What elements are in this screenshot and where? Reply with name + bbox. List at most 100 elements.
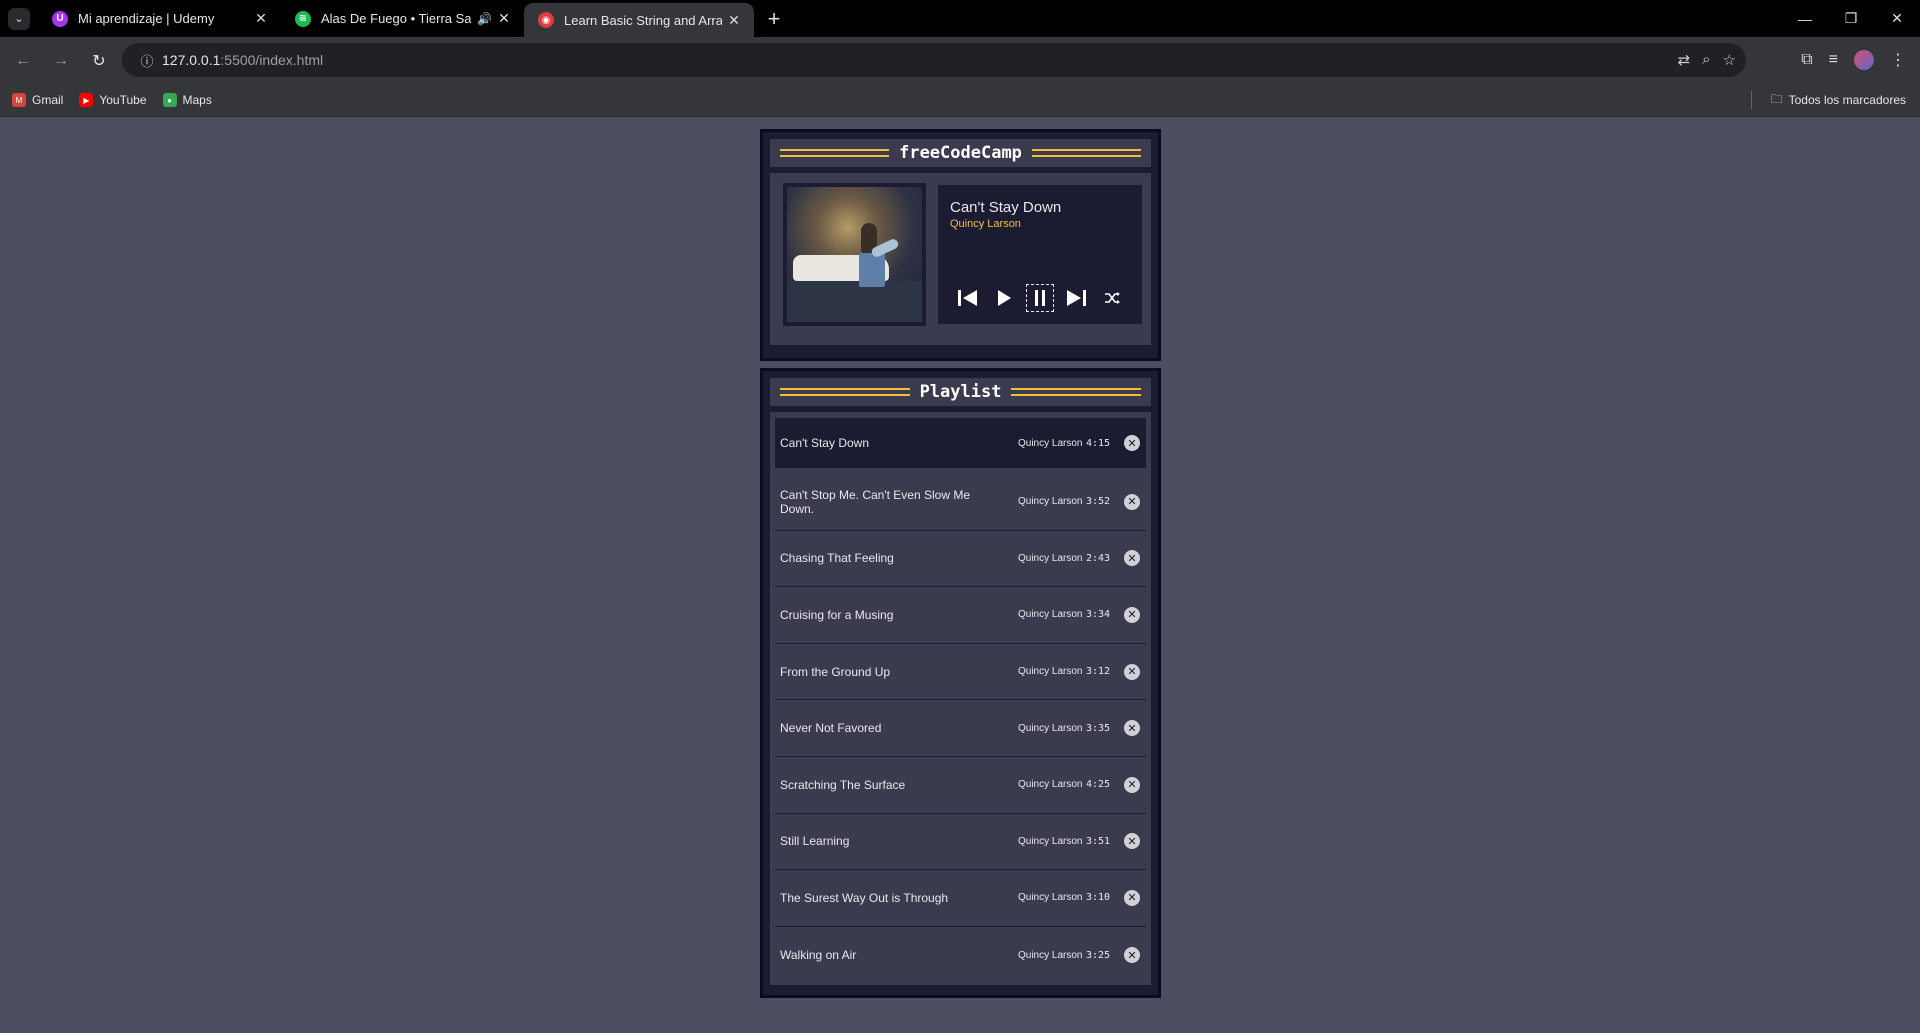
song-row-title[interactable]: From the Ground Up — [780, 665, 1018, 679]
tab-close-icon[interactable]: ✕ — [249, 10, 273, 27]
song-row-duration: 3:51 — [1086, 835, 1111, 847]
song-row-artist: Quincy Larson — [1018, 496, 1083, 508]
delete-song-icon[interactable]: ✕ — [1124, 720, 1140, 737]
next-icon[interactable] — [1064, 286, 1088, 310]
bookmarks-divider — [1751, 91, 1752, 109]
song-row-title[interactable]: Scratching The Surface — [780, 778, 1018, 792]
url-text[interactable]: 127.0.0.1:5500/index.html — [162, 52, 323, 68]
song-row-title[interactable]: The Surest Way Out is Through — [780, 891, 1018, 905]
delete-song-icon[interactable]: ✕ — [1124, 947, 1140, 964]
song-row-artist: Quincy Larson — [1018, 609, 1083, 621]
playlist-title: Playlist — [919, 382, 1002, 402]
song-info-panel: Can't Stay Down Quincy Larson — [938, 185, 1142, 324]
delete-song-icon[interactable]: ✕ — [1124, 663, 1140, 680]
album-art — [787, 187, 922, 322]
song-row[interactable]: Cruising for a Musing Quincy Larson 3:34… — [775, 587, 1146, 644]
delete-song-icon[interactable]: ✕ — [1124, 833, 1140, 850]
browser-toolbar: ← → ↻ ⓘ 127.0.0.1:5500/index.html ⇄ ⌕ ☆ … — [0, 37, 1920, 84]
tab-search-button[interactable]: ⌄ — [8, 7, 30, 30]
media-controls-icon[interactable]: ≡ — [1829, 51, 1838, 69]
song-row-duration: 4:25 — [1086, 779, 1111, 791]
close-window-icon[interactable]: ✕ — [1874, 0, 1920, 37]
delete-song-icon[interactable]: ✕ — [1124, 776, 1140, 793]
previous-icon[interactable] — [956, 286, 980, 310]
youtube-icon: ▶ — [79, 93, 94, 107]
song-row[interactable]: Can't Stop Me. Can't Even Slow Me Down. … — [775, 474, 1146, 531]
translate-icon[interactable]: ⇄ — [1678, 51, 1691, 69]
menu-kebab-icon[interactable]: ⋮ — [1890, 50, 1906, 70]
header-lines-left — [780, 388, 910, 396]
delete-song-icon[interactable]: ✕ — [1124, 606, 1140, 623]
song-row[interactable]: From the Ground Up Quincy Larson 3:12 ✕ — [775, 644, 1146, 701]
bookmark-star-icon[interactable]: ☆ — [1723, 51, 1736, 69]
maps-icon: ● — [162, 93, 177, 107]
album-art-road — [787, 281, 922, 322]
song-row-artist: Quincy Larson — [1018, 722, 1083, 734]
song-row-title[interactable]: Cruising for a Musing — [780, 608, 1018, 622]
bookmark-youtube[interactable]: ▶ YouTube — [79, 93, 147, 107]
song-row-title[interactable]: Walking on Air — [780, 948, 1018, 962]
song-row-title[interactable]: Chasing That Feeling — [780, 551, 1018, 565]
shuffle-icon[interactable] — [1100, 286, 1124, 310]
tab-udemy[interactable]: U Mi aprendizaje | Udemy ✕ — [38, 0, 281, 37]
song-list: Can't Stay Down Quincy Larson 4:15 ✕ Can… — [775, 418, 1146, 983]
play-icon[interactable] — [992, 286, 1016, 310]
song-row[interactable]: Chasing That Feeling Quincy Larson 2:43 … — [775, 531, 1146, 588]
zoom-icon[interactable]: ⌕ — [1702, 51, 1710, 69]
bookmark-gmail[interactable]: M Gmail — [12, 93, 63, 107]
restore-icon[interactable]: ❐ — [1828, 0, 1874, 37]
site-info-icon[interactable]: ⓘ — [132, 51, 162, 70]
song-row-duration: 2:43 — [1086, 552, 1111, 564]
delete-song-icon[interactable]: ✕ — [1124, 435, 1140, 451]
song-row-duration: 3:10 — [1086, 892, 1111, 904]
minimize-icon[interactable]: — — [1782, 0, 1828, 37]
bookmark-label: YouTube — [99, 93, 147, 107]
song-row-artist: Quincy Larson — [1018, 437, 1083, 449]
song-row[interactable]: Never Not Favored Quincy Larson 3:35 ✕ — [775, 700, 1146, 757]
all-bookmarks-label: Todos los marcadores — [1788, 93, 1906, 107]
delete-song-icon[interactable]: ✕ — [1124, 550, 1140, 567]
song-row-title[interactable]: Can't Stay Down — [780, 436, 1018, 450]
current-song-title: Can't Stay Down — [950, 199, 1062, 216]
song-row-title[interactable]: Can't Stop Me. Can't Even Slow Me Down. — [780, 488, 1018, 516]
song-row[interactable]: The Surest Way Out is Through Quincy Lar… — [775, 870, 1146, 927]
tab-spotify[interactable]: ≋ Alas De Fuego • Tierra Santa 🔊 ✕ — [281, 0, 524, 37]
player-controls — [956, 284, 1124, 312]
header-lines-left — [780, 149, 890, 157]
audio-playing-icon[interactable]: 🔊 — [477, 12, 492, 26]
all-bookmarks-button[interactable]: 🗀 Todos los marcadores — [1771, 90, 1906, 111]
pause-icon[interactable] — [1026, 284, 1054, 312]
delete-song-icon[interactable]: ✕ — [1124, 493, 1140, 510]
song-row-title[interactable]: Still Learning — [780, 834, 1018, 848]
window-controls: — ❐ ✕ — [1782, 0, 1920, 37]
tab-active-fcc[interactable]: ◉ Learn Basic String and Array Methods ✕ — [524, 3, 754, 37]
song-row[interactable]: Still Learning Quincy Larson 3:51 ✕ — [775, 814, 1146, 871]
player-header: freeCodeCamp — [770, 139, 1151, 167]
bookmark-maps[interactable]: ● Maps — [162, 93, 212, 107]
address-bar[interactable]: ⓘ 127.0.0.1:5500/index.html ⇄ ⌕ ☆ — [122, 43, 1746, 77]
song-row-current[interactable]: Can't Stay Down Quincy Larson 4:15 ✕ — [775, 418, 1146, 468]
song-row-artist: Quincy Larson — [1018, 666, 1083, 678]
toolbar-right-actions: ⧉ ≡ ⋮ — [1801, 43, 1906, 77]
omnibox-actions: ⇄ ⌕ ☆ — [1678, 51, 1736, 69]
extensions-icon[interactable]: ⧉ — [1801, 51, 1812, 69]
song-row-duration: 3:52 — [1086, 496, 1111, 508]
song-row[interactable]: Scratching The Surface Quincy Larson 4:2… — [775, 757, 1146, 814]
song-row[interactable]: Walking on Air Quincy Larson 3:25 ✕ — [775, 927, 1146, 984]
new-tab-icon[interactable]: + — [760, 6, 788, 32]
gmail-icon: M — [12, 93, 26, 107]
reload-icon[interactable]: ↻ — [82, 44, 116, 78]
song-row-artist: Quincy Larson — [1018, 835, 1083, 847]
tab-close-icon[interactable]: ✕ — [492, 10, 516, 27]
back-icon[interactable]: ← — [6, 44, 40, 78]
profile-avatar[interactable] — [1854, 50, 1874, 70]
folder-icon: 🗀 — [1770, 91, 1783, 106]
song-row-title[interactable]: Never Not Favored — [780, 721, 1018, 735]
delete-song-icon[interactable]: ✕ — [1124, 889, 1140, 906]
tab-close-icon[interactable]: ✕ — [722, 12, 746, 29]
album-art-frame — [783, 183, 926, 326]
forward-icon[interactable]: → — [44, 44, 78, 78]
playlist-header: Playlist — [770, 378, 1151, 406]
current-song-artist: Quincy Larson — [950, 218, 1021, 230]
tab-title: Mi aprendizaje | Udemy — [78, 11, 215, 26]
